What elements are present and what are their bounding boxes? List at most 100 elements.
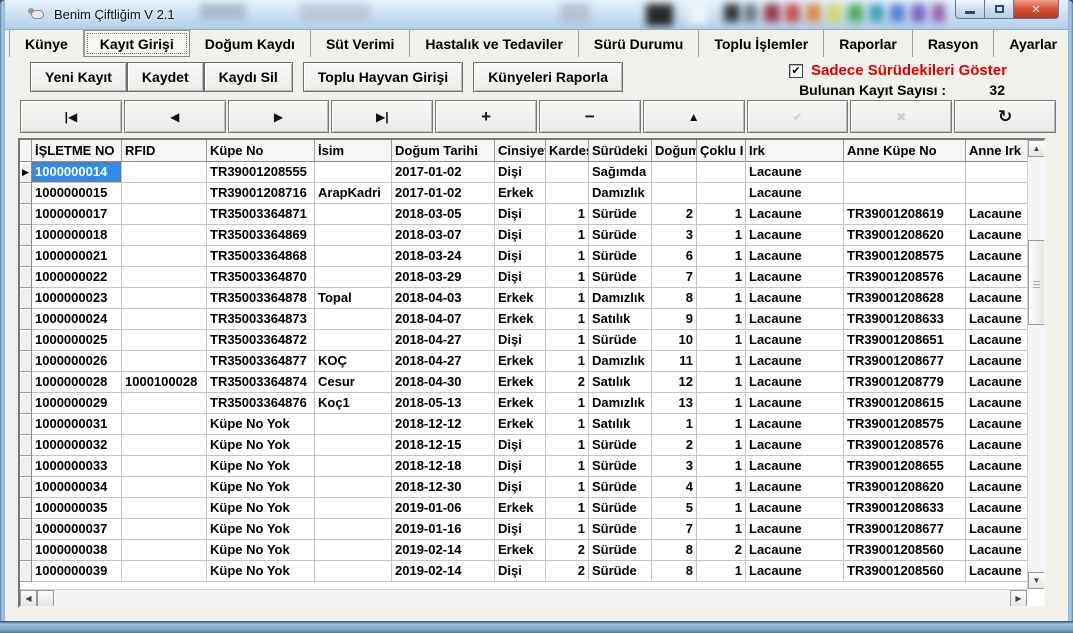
cell-surudeki[interactable]: Satılık <box>589 309 652 330</box>
cell-irk[interactable]: Lacaune <box>746 162 844 183</box>
cell-rfid[interactable] <box>122 477 207 498</box>
cell-kardes[interactable]: 1 <box>546 393 589 414</box>
cell-irk[interactable]: Lacaune <box>746 246 844 267</box>
cell-anne-irk[interactable] <box>966 162 1027 183</box>
cell-surudeki[interactable]: Sürüde <box>589 435 652 456</box>
cell-dogum-tarihi[interactable]: 2018-12-18 <box>392 456 495 477</box>
cell-dogum-tarihi[interactable]: 2018-03-05 <box>392 204 495 225</box>
cell-surudeki[interactable]: Damızlık <box>589 393 652 414</box>
cell-isletme-no[interactable]: 1000000038 <box>32 540 122 561</box>
cell-anne-kupe-no[interactable]: TR39001208576 <box>844 435 966 456</box>
cell-anne-irk[interactable]: Lacaune <box>966 246 1027 267</box>
cell-irk[interactable]: Lacaune <box>746 435 844 456</box>
cell-dogum[interactable]: 2 <box>652 435 697 456</box>
cell-surudeki[interactable]: Damızlık <box>589 351 652 372</box>
cell-isletme-no[interactable]: 1000000035 <box>32 498 122 519</box>
cell-irk[interactable]: Lacaune <box>746 288 844 309</box>
cell-cinsiyet[interactable]: Dişi <box>495 246 546 267</box>
cell-isletme-no[interactable]: 1000000017 <box>32 204 122 225</box>
cell-dogum[interactable]: 5 <box>652 498 697 519</box>
cell-kardes[interactable]: 1 <box>546 456 589 477</box>
cell-anne-kupe-no[interactable]: TR39001208575 <box>844 246 966 267</box>
cell-coklu-dogum[interactable]: 1 <box>697 393 746 414</box>
cell-dogum[interactable] <box>652 162 697 183</box>
cell-surudeki[interactable]: Satılık <box>589 372 652 393</box>
titlebar[interactable]: Benim Çiftliğim V 2.1 ✕ <box>0 0 1073 30</box>
cell-cinsiyet[interactable]: Dişi <box>495 204 546 225</box>
cell-dogum-tarihi[interactable]: 2018-03-24 <box>392 246 495 267</box>
cell-rfid[interactable] <box>122 162 207 183</box>
cell-cinsiyet[interactable]: Dişi <box>495 561 546 582</box>
cell-isletme-no[interactable]: 1000000028 <box>32 372 122 393</box>
cell-irk[interactable]: Lacaune <box>746 309 844 330</box>
cell-anne-kupe-no[interactable]: TR39001208620 <box>844 225 966 246</box>
cell-coklu-dogum[interactable]: 1 <box>697 225 746 246</box>
cell-coklu-dogum[interactable]: 1 <box>697 246 746 267</box>
cell-dogum[interactable]: 8 <box>652 540 697 561</box>
cell-anne-kupe-no[interactable]: TR39001208655 <box>844 456 966 477</box>
show-only-herd-checkbox[interactable]: ✔ <box>789 64 803 78</box>
cell-coklu-dogum[interactable]: 1 <box>697 519 746 540</box>
column-header-coklu-dogum[interactable]: Çoklu I <box>697 140 746 162</box>
cell-kupe-no[interactable]: TR39001208716 <box>207 183 315 204</box>
cell-kupe-no[interactable]: TR35003364871 <box>207 204 315 225</box>
cell-kupe-no[interactable]: Küpe No Yok <box>207 519 315 540</box>
cell-kardes[interactable]: 1 <box>546 330 589 351</box>
cell-anne-irk[interactable]: Lacaune <box>966 456 1027 477</box>
cell-rfid[interactable] <box>122 561 207 582</box>
cell-anne-kupe-no[interactable]: TR39001208633 <box>844 309 966 330</box>
cell-irk[interactable]: Lacaune <box>746 498 844 519</box>
cell-isim[interactable] <box>315 519 392 540</box>
cell-anne-kupe-no[interactable]: TR39001208628 <box>844 288 966 309</box>
cell-anne-irk[interactable]: Lacaune <box>966 309 1027 330</box>
cell-rfid[interactable] <box>122 309 207 330</box>
cell-surudeki[interactable]: Sürüde <box>589 519 652 540</box>
cell-dogum[interactable]: 2 <box>652 204 697 225</box>
cell-kupe-no[interactable]: TR35003364878 <box>207 288 315 309</box>
nav-delete-button[interactable]: − <box>539 100 641 133</box>
cell-isim[interactable] <box>315 267 392 288</box>
cell-isletme-no[interactable]: 1000000024 <box>32 309 122 330</box>
cell-dogum-tarihi[interactable]: 2018-04-03 <box>392 288 495 309</box>
cell-irk[interactable]: Lacaune <box>746 225 844 246</box>
cell-irk[interactable]: Lacaune <box>746 393 844 414</box>
cell-kardes[interactable]: 1 <box>546 246 589 267</box>
cell-dogum-tarihi[interactable]: 2017-01-02 <box>392 162 495 183</box>
cell-isletme-no[interactable]: 1000000032 <box>32 435 122 456</box>
cell-cinsiyet[interactable]: Erkek <box>495 351 546 372</box>
cell-dogum[interactable]: 13 <box>652 393 697 414</box>
cell-kardes[interactable] <box>546 162 589 183</box>
cell-dogum[interactable]: 10 <box>652 330 697 351</box>
cell-isim[interactable] <box>315 477 392 498</box>
cell-anne-irk[interactable]: Lacaune <box>966 540 1027 561</box>
cell-rfid[interactable] <box>122 435 207 456</box>
cell-anne-irk[interactable]: Lacaune <box>966 393 1027 414</box>
tab-toplu-islemler[interactable]: Toplu İşlemler <box>699 30 824 57</box>
cell-irk[interactable]: Lacaune <box>746 204 844 225</box>
cell-kardes[interactable]: 2 <box>546 540 589 561</box>
cell-kardes[interactable]: 1 <box>546 435 589 456</box>
tab-sut-verimi[interactable]: Süt Verimi <box>311 30 410 57</box>
cell-dogum-tarihi[interactable]: 2017-01-02 <box>392 183 495 204</box>
column-header-dogum-tarihi[interactable]: Doğum Tarihi <box>392 140 495 162</box>
cell-surudeki[interactable]: Sürüde <box>589 561 652 582</box>
cell-isim[interactable] <box>315 162 392 183</box>
cell-irk[interactable]: Lacaune <box>746 267 844 288</box>
cell-anne-irk[interactable]: Lacaune <box>966 330 1027 351</box>
cell-isletme-no[interactable]: 1000000037 <box>32 519 122 540</box>
cell-coklu-dogum[interactable]: 1 <box>697 288 746 309</box>
scroll-left-button[interactable]: ◀ <box>20 590 37 606</box>
cell-surudeki[interactable]: Sürüde <box>589 477 652 498</box>
cell-anne-kupe-no[interactable]: TR39001208560 <box>844 540 966 561</box>
cell-rfid[interactable] <box>122 540 207 561</box>
cell-coklu-dogum[interactable]: 1 <box>697 330 746 351</box>
cell-anne-irk[interactable]: Lacaune <box>966 225 1027 246</box>
cell-anne-irk[interactable]: Lacaune <box>966 204 1027 225</box>
cell-kupe-no[interactable]: Küpe No Yok <box>207 561 315 582</box>
cell-kupe-no[interactable]: Küpe No Yok <box>207 477 315 498</box>
nav-prior-button[interactable]: ◀ <box>124 100 226 133</box>
cell-dogum[interactable]: 8 <box>652 288 697 309</box>
cell-irk[interactable]: Lacaune <box>746 183 844 204</box>
close-button[interactable]: ✕ <box>1013 0 1059 19</box>
cell-rfid[interactable]: 1000100028 <box>122 372 207 393</box>
